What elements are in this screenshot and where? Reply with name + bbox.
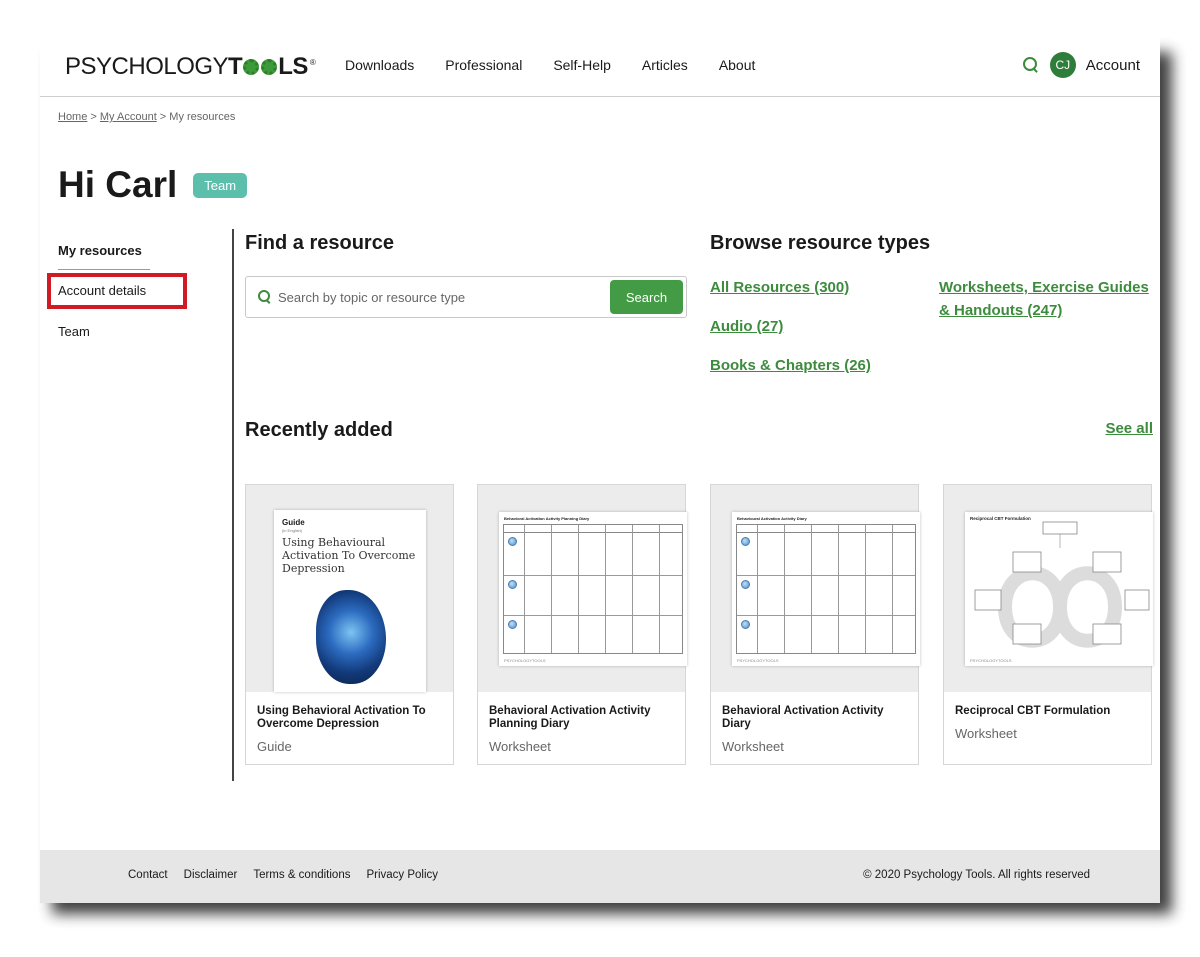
gear-icon [243,59,260,75]
sidebar-item-my-resources[interactable]: My resources [58,243,142,258]
nav-professional[interactable]: Professional [445,57,522,73]
card-title-line: Behavioral Activation Activity [722,705,884,717]
footer-link-disclaimer[interactable]: Disclaimer [184,869,238,881]
resource-card[interactable]: Reciprocal CBT Formulation PSYCHOLOGYTOO… [943,484,1153,765]
sidebar-item-team[interactable]: Team [58,324,90,339]
card-title-line: Behavioral Activation Activity [489,705,651,717]
card-title: Behavioral Activation Activity Diary [722,705,912,731]
search-form: Search by topic or resource type Search [245,276,687,318]
afternoon-icon [508,580,517,589]
worksheet-preview-title: Behavioral Activation Activity Planning … [504,516,590,521]
breadcrumb-home[interactable]: Home [58,111,87,123]
highlight-box [47,273,187,309]
nav-articles[interactable]: Articles [642,57,688,73]
afternoon-icon [741,580,750,589]
worksheet-preview: Behavioral Activation Activity Planning … [499,512,687,666]
nav-self-help[interactable]: Self-Help [553,57,611,73]
formulation-diagram [974,521,1150,648]
footer-links: Contact Disclaimer Terms & conditions Pr… [128,869,438,881]
worksheet-footer: PSYCHOLOGYTOOLS [970,658,1012,663]
breadcrumb: Home > My Account > My resources [58,111,235,123]
sidebar-active-underline [58,269,150,270]
card-title: Using Behavioral Activation To Overcome … [257,705,447,731]
card-title-line: Planning Diary [489,718,570,730]
formulation-preview: Reciprocal CBT Formulation PSYCHOLOGYTOO… [965,512,1153,666]
resource-card[interactable]: Guide (in English) Using Behavioural Act… [245,484,454,765]
card-type: Worksheet [722,739,784,754]
browser-page: PSYCHOLOGY T LS ® Downloads Professional… [40,37,1160,903]
search-icon[interactable] [1022,56,1040,74]
morning-icon [508,537,517,546]
worksheet-grid [736,524,916,654]
worksheet-preview-title: Behavioural Activation Activity Diary [737,516,807,521]
card-thumbnail: Guide (in English) Using Behavioural Act… [246,485,453,692]
greeting: Hi Carl Team [58,164,248,206]
card-thumbnail: Behavioural Activation Activity Diary PS… [711,485,920,692]
site-footer: Contact Disclaimer Terms & conditions Pr… [40,850,1160,903]
site-logo[interactable]: PSYCHOLOGY T LS ® [65,53,316,81]
search-input[interactable]: Search by topic or resource type [278,290,465,305]
footer-link-contact[interactable]: Contact [128,869,168,881]
card-thumbnail: Reciprocal CBT Formulation PSYCHOLOGYTOO… [944,485,1153,692]
card-type: Worksheet [489,739,551,754]
resource-card[interactable]: Behavioral Activation Activity Planning … [477,484,687,765]
sidebar-divider [232,229,234,781]
footer-link-terms[interactable]: Terms & conditions [253,869,350,881]
find-resource-heading: Find a resource [245,232,394,254]
nav-about[interactable]: About [719,57,756,73]
search-button[interactable]: Search [610,280,683,314]
breadcrumb-separator: > [87,111,100,123]
gear-icon [261,59,278,75]
main-nav: Downloads Professional Self-Help Article… [345,57,755,73]
link-all-resources[interactable]: All Resources (300) [710,276,849,299]
card-type: Guide [257,739,292,754]
link-audio[interactable]: Audio (27) [710,315,783,338]
site-header: PSYCHOLOGY T LS ® Downloads Professional… [40,37,1160,97]
morning-icon [741,537,750,546]
evening-icon [741,620,750,629]
team-badge: Team [193,172,248,198]
page-title: Hi Carl [58,164,178,205]
search-icon [258,290,272,304]
registered-mark: ® [309,57,316,67]
breadcrumb-current: My resources [169,111,236,123]
card-title: Reciprocal CBT Formulation [955,705,1145,718]
see-all-link[interactable]: See all [1105,420,1153,437]
breadcrumb-my-account[interactable]: My Account [100,111,157,123]
card-title-line: Diary [722,718,751,730]
evening-icon [508,620,517,629]
guide-cover: Guide (in English) Using Behavioural Act… [274,510,426,692]
copyright: © 2020 Psychology Tools. All rights rese… [863,869,1090,881]
cover-illustration [316,590,386,684]
footer-link-privacy[interactable]: Privacy Policy [366,869,438,881]
account-link[interactable]: Account [1086,57,1140,74]
worksheet-footer: PSYCHOLOGYTOOLS [504,658,546,663]
guide-cover-title: Using Behavioural Activation To Overcome… [282,536,416,575]
logo-text-tools: T LS [228,53,308,81]
worksheet-preview: Behavioural Activation Activity Diary PS… [732,512,920,666]
recently-added-heading: Recently added [245,419,393,441]
guide-sub: (in English) [282,528,303,533]
browse-heading: Browse resource types [710,232,931,254]
nav-downloads[interactable]: Downloads [345,57,414,73]
resource-card[interactable]: Behavioural Activation Activity Diary PS… [710,484,920,765]
guide-label: Guide [282,518,305,527]
card-title-line: Using Behavioral Activation To [257,705,426,717]
card-thumbnail: Behavioral Activation Activity Planning … [478,485,687,692]
avatar[interactable]: CJ [1049,52,1076,78]
card-title-line: Overcome Depression [257,718,380,730]
card-type: Worksheet [955,726,1017,741]
logo-letter-t: T [228,53,243,80]
link-books-chapters[interactable]: Books & Chapters (26) [710,354,871,377]
header-actions: CJ Account [1022,52,1140,78]
logo-letters-ls: LS [278,53,308,80]
worksheet-footer: PSYCHOLOGYTOOLS [737,658,779,663]
card-title: Behavioral Activation Activity Planning … [489,705,679,731]
link-worksheets-line1[interactable]: Worksheets, Exercise Guides [939,276,1149,299]
card-title-line: Reciprocal CBT Formulation [955,705,1111,717]
breadcrumb-separator: > [156,111,170,123]
link-worksheets-line2[interactable]: & Handouts (247) [939,299,1062,322]
logo-text-psychology: PSYCHOLOGY [65,53,229,80]
worksheet-grid [503,524,683,654]
